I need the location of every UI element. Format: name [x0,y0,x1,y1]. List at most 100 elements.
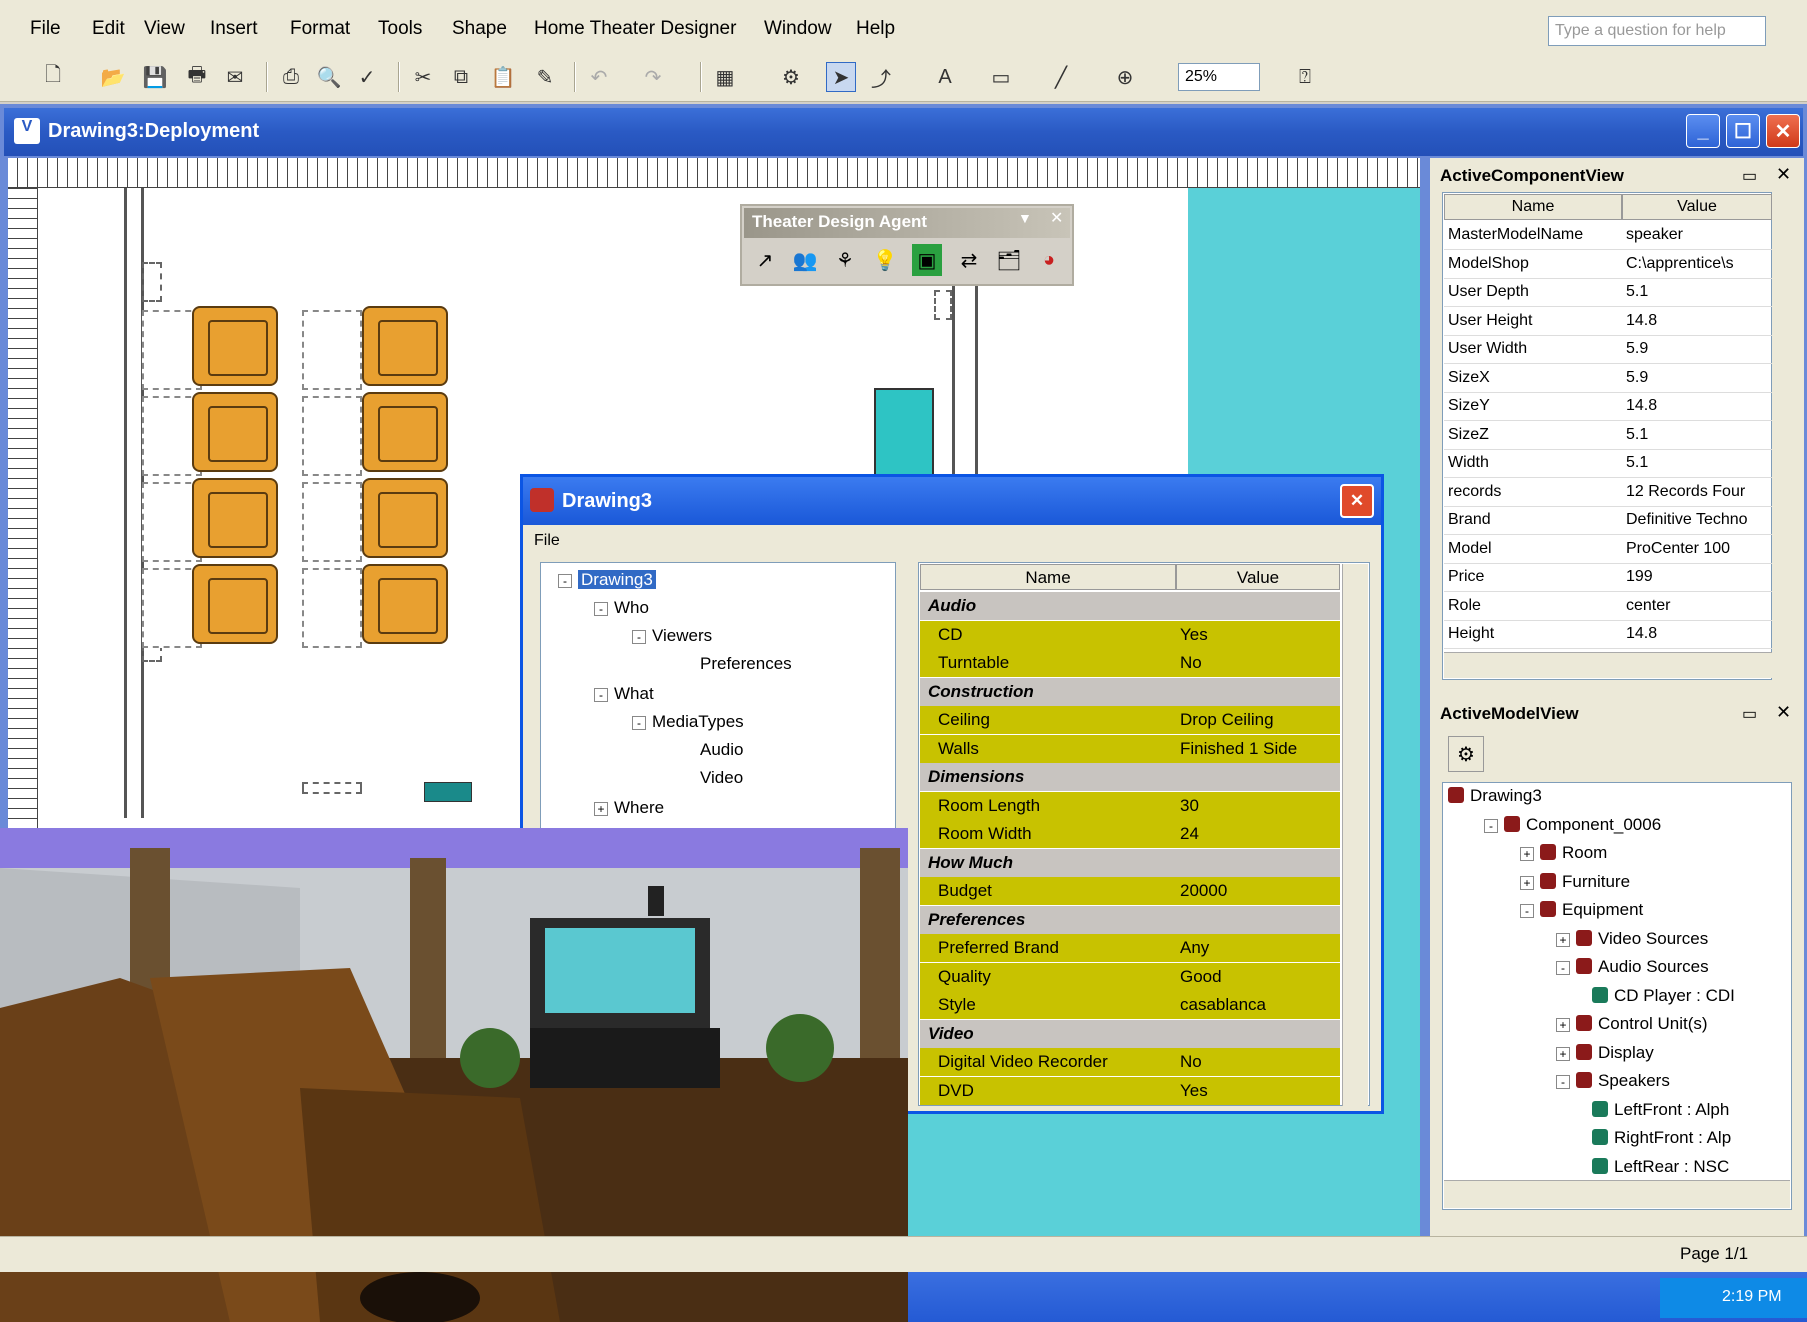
menu-file[interactable]: File [30,18,61,40]
link-icon[interactable]: ⇄ [954,244,984,276]
speaker-shape[interactable] [934,290,952,320]
expand-icon[interactable]: + [1556,1018,1570,1032]
model-tree-node[interactable]: CD Player : CDI [1592,986,1735,1006]
seat-placeholder[interactable] [302,310,362,390]
seat-placeholder[interactable] [302,396,362,476]
equipment-shape[interactable] [424,782,472,802]
menu-window[interactable]: Window [764,18,832,40]
component-row[interactable]: Brand Definitive Techno [1444,507,1772,535]
grid-category-row[interactable]: Preferences [920,905,1340,934]
model-tree-node[interactable]: + Video Sources [1556,929,1708,949]
grid-property-row[interactable]: Quality Good [920,962,1340,991]
grid-property-row[interactable]: Budget 20000 [920,877,1340,905]
close-button[interactable]: ✕ [1766,114,1800,148]
screen-shape[interactable] [874,388,934,478]
panel-close-icon[interactable]: ✕ [1776,702,1791,723]
grid-scrollbar[interactable] [1342,564,1368,1106]
menu-format[interactable]: Format [290,18,350,40]
component-row[interactable]: SizeY 14.8 [1444,393,1772,421]
grid-category-row[interactable]: Dimensions [920,763,1340,791]
theater-seat[interactable] [362,306,448,386]
tree-node-what[interactable]: - What [594,684,654,704]
dialog-close-button[interactable]: ✕ [1340,484,1374,518]
theater-seat[interactable] [192,478,278,558]
collapse-icon[interactable]: - [1556,1075,1570,1089]
component-row[interactable]: SizeZ 5.1 [1444,422,1772,450]
component-row[interactable]: records 12 Records Four [1444,479,1772,507]
stamp-icon[interactable]: ⊕ [1110,62,1140,92]
tree-node-root[interactable]: - Drawing3 [558,570,656,590]
component-row[interactable]: Model ProCenter 100 [1444,536,1772,564]
menu-view[interactable]: View [144,18,185,40]
component-row[interactable]: Width 5.1 [1444,450,1772,478]
catalog-icon[interactable]: 🗂 [994,244,1024,276]
wizard-icon[interactable]: ↗ [750,244,780,276]
collapse-icon[interactable]: - [1520,904,1534,918]
panel-menu-icon[interactable]: ▭ [1742,704,1757,724]
render-icon[interactable]: ◕ [1034,244,1064,276]
format-painter-icon[interactable]: ✎ [530,62,560,92]
rectangle-icon[interactable]: ▭ [986,62,1016,92]
grid-category-row[interactable]: Video [920,1019,1340,1048]
menu-edit[interactable]: Edit [92,18,125,40]
new-icon[interactable]: 🗋 [38,62,68,92]
grid-category-row[interactable]: Audio [920,592,1340,620]
menu-home-theater-designer[interactable]: Home Theater Designer [534,18,736,40]
component-row[interactable]: User Height 14.8 [1444,308,1772,336]
model-tree-node[interactable]: - Component_0006 [1484,815,1661,835]
expand-icon[interactable]: + [1520,875,1534,890]
component-row[interactable]: Price 199 [1444,564,1772,592]
component-row[interactable]: User Depth 5.1 [1444,279,1772,307]
theater-seat[interactable] [362,478,448,558]
menu-shape[interactable]: Shape [452,18,507,40]
component-row[interactable]: ModelShop C:\apprentice\s [1444,251,1772,279]
tree-node-where[interactable]: + Where [594,798,664,818]
menu-insert[interactable]: Insert [210,18,258,40]
grid-property-row[interactable]: DVD Yes [920,1076,1340,1105]
cut-icon[interactable]: ✂ [408,62,438,92]
model-tree-node[interactable]: - Speakers [1556,1071,1670,1091]
component-hscrollbar[interactable] [1444,652,1772,678]
model-tree-node[interactable]: LeftRear : NSC [1592,1157,1729,1177]
line-icon[interactable]: ╱ [1046,62,1076,92]
spelling-icon[interactable]: ✓ [352,62,382,92]
seat-placeholder[interactable] [302,482,362,562]
grid-property-row[interactable]: Style casablanca [920,991,1340,1019]
people-icon[interactable]: 👥 [790,244,820,276]
menu-help[interactable]: Help [856,18,895,40]
toolbar-options-icon[interactable]: ▼ [1018,210,1032,226]
toolbar-close-icon[interactable]: ✕ [1050,208,1063,228]
tree-node-video[interactable]: Video [700,768,743,788]
grid-property-row[interactable]: Ceiling Drop Ceiling [920,706,1340,734]
grid-category-row[interactable]: Construction [920,677,1340,706]
menu-tools[interactable]: Tools [378,18,422,40]
model-tree-node[interactable]: LeftFront : Alph [1592,1100,1729,1120]
theater-seat[interactable] [192,564,278,644]
mail-icon[interactable]: ✉ [220,62,250,92]
grid-header-value[interactable]: Value [1176,564,1340,590]
grid-header-name[interactable]: Name [920,564,1176,590]
model-tree-node[interactable]: RightFront : Alp [1592,1128,1731,1148]
expand-icon[interactable]: + [1556,1046,1570,1061]
grid-property-row[interactable]: Room Length 30 [920,791,1340,820]
grid-property-row[interactable]: Digital Video Recorder No [920,1048,1340,1076]
stencil-icon[interactable]: ⚙ [776,62,806,92]
tree-node-preferences[interactable]: Preferences [700,654,792,674]
component-header-name[interactable]: Name [1444,194,1622,220]
component-row[interactable]: Role center [1444,593,1772,621]
print-icon[interactable]: 🖶 [182,62,212,92]
model-tree-node[interactable]: + Furniture [1520,872,1630,892]
grid-property-row[interactable]: Turntable No [920,649,1340,677]
panel-menu-icon[interactable]: ▭ [1742,166,1757,186]
component-row[interactable]: MasterModelName speaker [1444,222,1772,250]
model-tree-node[interactable]: - Audio Sources [1556,957,1709,977]
collapse-icon[interactable]: - [1556,961,1570,975]
preview-icon[interactable]: 🔍 [314,62,344,92]
text-icon[interactable]: A [930,62,960,92]
grid-property-row[interactable]: Walls Finished 1 Side [920,734,1340,763]
zoom-select[interactable]: 25% [1178,63,1260,91]
theater-seat[interactable] [192,392,278,472]
model-tree-node[interactable]: + Display [1556,1043,1654,1063]
print-preview-icon[interactable]: ⎙ [276,62,306,92]
tree-node-viewers[interactable]: - Viewers [632,626,712,646]
